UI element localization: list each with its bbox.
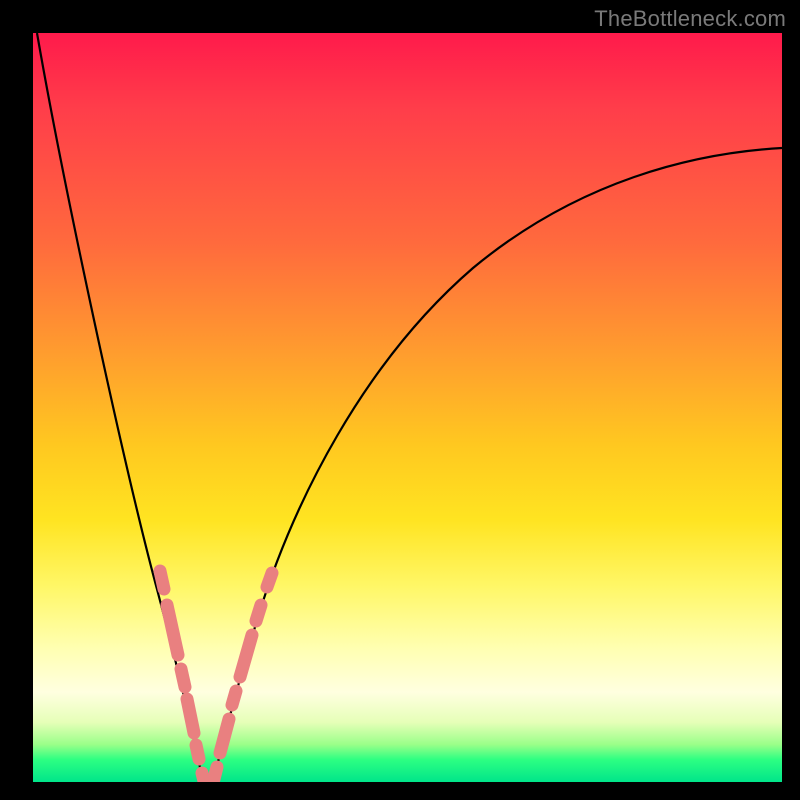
plot-area [33, 33, 782, 782]
highlight-dashes-left [160, 571, 204, 781]
curve-right-arm [213, 148, 782, 782]
bottleneck-curve [33, 33, 782, 782]
watermark-text: TheBottleneck.com [594, 6, 786, 32]
chart-frame: TheBottleneck.com [0, 0, 800, 800]
highlight-dashes-right [214, 573, 272, 779]
